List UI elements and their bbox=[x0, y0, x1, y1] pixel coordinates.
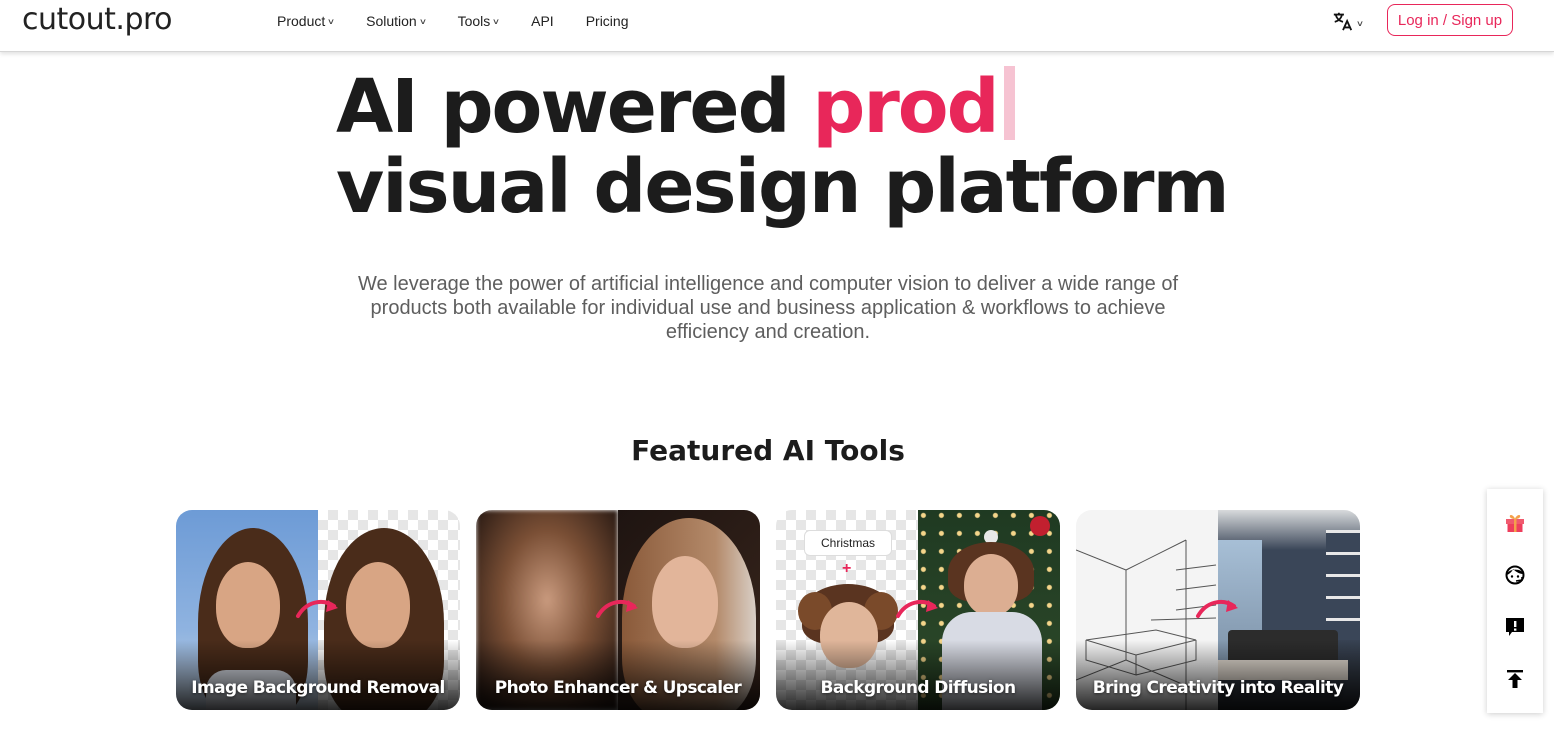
logo[interactable]: cutout.pro bbox=[22, 2, 173, 37]
tool-card-background-removal[interactable]: Image Background Removal bbox=[176, 510, 460, 710]
login-signup-button[interactable]: Log in / Sign up bbox=[1387, 4, 1513, 36]
language-selector[interactable]: ∨ bbox=[1332, 10, 1365, 37]
hero-title: AI powered prod visual design platform bbox=[336, 66, 1296, 227]
chevron-down-icon: ∨ bbox=[492, 16, 501, 26]
chevron-down-icon: ∨ bbox=[1355, 19, 1365, 28]
arrow-icon bbox=[896, 599, 938, 618]
chevron-down-icon: ∨ bbox=[418, 16, 427, 26]
back-to-top-icon bbox=[1507, 670, 1523, 688]
back-to-top-button[interactable] bbox=[1501, 665, 1529, 693]
customer-support-button[interactable] bbox=[1501, 561, 1529, 589]
arrow-icon bbox=[296, 599, 338, 618]
tool-card-label: Background Diffusion bbox=[820, 678, 1017, 698]
tool-card-label: Bring Creativity into Reality bbox=[1092, 678, 1344, 698]
customer-support-icon bbox=[1505, 565, 1525, 585]
nav-tools-label: Tools bbox=[457, 13, 491, 29]
nav-api[interactable]: API bbox=[531, 12, 554, 30]
tool-card-photo-enhancer[interactable]: Photo Enhancer & Upscaler bbox=[476, 510, 760, 710]
tool-card-creativity-reality[interactable]: Bring Creativity into Reality bbox=[1076, 510, 1360, 710]
nav-pricing-label: Pricing bbox=[585, 13, 629, 29]
feedback-button[interactable] bbox=[1501, 613, 1529, 641]
arrow-icon bbox=[596, 599, 638, 618]
nav-tools[interactable]: Tools ∨ bbox=[457, 12, 501, 30]
hero-title-prefix: AI powered bbox=[336, 64, 813, 150]
nav-pricing[interactable]: Pricing bbox=[586, 12, 629, 30]
plus-icon: + bbox=[842, 560, 852, 577]
floating-action-bar bbox=[1487, 489, 1543, 713]
gift-button[interactable] bbox=[1501, 509, 1529, 537]
arrow-icon bbox=[1196, 599, 1238, 618]
tool-card-label: Photo Enhancer & Upscaler bbox=[494, 678, 742, 698]
nav-api-label: API bbox=[531, 13, 554, 29]
tool-card-label: Image Background Removal bbox=[191, 678, 445, 698]
hero-title-accent: prod bbox=[812, 64, 999, 150]
nav-product-label: Product bbox=[277, 13, 326, 29]
feedback-icon bbox=[1506, 618, 1524, 636]
featured-tools-list: Image Background Removal Photo Enhancer … bbox=[176, 510, 1360, 710]
hero-subtitle: We leverage the power of artificial inte… bbox=[357, 273, 1179, 343]
site-header: cutout.pro Product ∨ Solution ∨ Tools ∨ … bbox=[0, 0, 1554, 52]
prompt-chip: Christmas bbox=[804, 530, 892, 556]
featured-tools-title: Featured AI Tools bbox=[631, 434, 905, 467]
tool-card-background-diffusion[interactable]: Christmas + Background Diffusion bbox=[776, 510, 1060, 710]
chevron-down-icon: ∨ bbox=[327, 16, 336, 26]
hero-title-line2: visual design platform bbox=[336, 144, 1230, 230]
typing-caret bbox=[1003, 66, 1015, 140]
gift-icon bbox=[1506, 515, 1524, 532]
nav-solution-label: Solution bbox=[366, 13, 417, 29]
nav-product[interactable]: Product ∨ bbox=[277, 12, 336, 30]
nav-solution[interactable]: Solution ∨ bbox=[366, 12, 427, 30]
main-nav: Product ∨ Solution ∨ Tools ∨ API Pricing bbox=[277, 12, 660, 30]
translate-icon bbox=[1332, 10, 1354, 37]
